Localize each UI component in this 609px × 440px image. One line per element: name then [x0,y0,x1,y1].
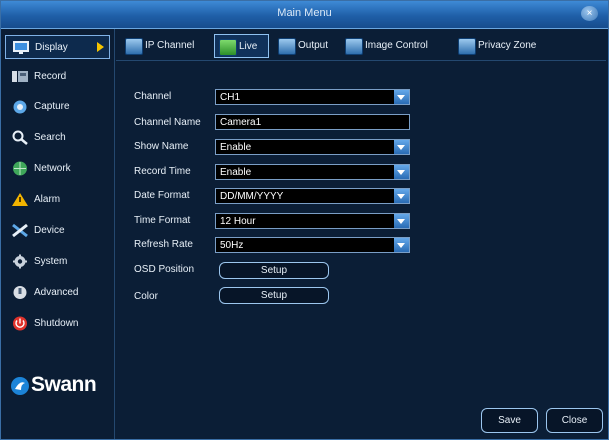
chevron-down-icon[interactable] [394,165,409,179]
sidebar-item-label: System [34,256,68,267]
output-tab-icon [278,38,296,55]
osd-position-label: OSD Position [134,264,195,275]
sidebar-item-label: Alarm [34,194,61,205]
date-format-label: Date Format [134,190,190,201]
channel-name-value: Camera1 [220,117,262,128]
advanced-icon [13,286,27,299]
sidebar-item-capture[interactable]: Capture [5,95,110,119]
date-format-select[interactable]: DD/MM/YYYY [215,188,410,204]
show-name-label: Show Name [134,141,189,152]
main-menu-window: Main Menu × Display Record Capture Searc… [0,0,609,440]
live-tab-icon [219,39,237,56]
tab-label: Privacy Zone [478,40,537,51]
record-time-select[interactable]: Enable [215,164,410,180]
osd-position-setup-button[interactable]: Setup [219,262,329,279]
tab-image-control[interactable]: Image Control [341,34,449,58]
network-icon [13,161,27,176]
system-icon [13,254,27,269]
color-label: Color [134,291,158,302]
chevron-down-icon[interactable] [394,140,409,154]
channel-select[interactable]: CH1 [215,89,410,105]
sidebar-item-record[interactable]: Record [5,65,110,89]
sidebar-item-label: Network [34,163,71,174]
sidebar-item-search[interactable]: Search [5,126,110,150]
chevron-down-icon[interactable] [394,238,409,252]
sidebar-item-display[interactable]: Display [5,35,110,59]
tab-divider [116,60,606,61]
record-time-label: Record Time [134,166,191,177]
sidebar-item-label: Device [34,225,65,236]
display-icon [13,41,29,54]
tab-ip-channel[interactable]: IP Channel [121,34,209,58]
sidebar: Display Record Capture Search Network Al… [1,29,115,439]
tab-label: IP Channel [145,40,195,51]
image-control-tab-icon [345,38,363,55]
refresh-rate-select[interactable]: 50Hz [215,237,410,253]
sidebar-item-alarm[interactable]: Alarm [5,188,110,212]
tab-live[interactable]: Live [214,34,269,58]
brand-logo: Swann [11,373,111,403]
channel-name-field[interactable]: Camera1 [215,114,410,130]
sidebar-item-advanced[interactable]: Advanced [5,281,110,305]
sidebar-item-label: Advanced [34,287,79,298]
chevron-down-icon[interactable] [394,90,409,104]
sidebar-item-device[interactable]: Device [5,219,110,243]
active-arrow-icon [97,42,104,52]
sidebar-item-label: Capture [34,101,70,112]
show-name-value: Enable [220,142,252,153]
brand-name: Swann [31,373,97,396]
sidebar-item-label: Record [34,71,67,82]
device-icon [12,223,28,238]
record-icon [12,71,28,82]
channel-label: Channel [134,91,172,102]
sidebar-item-label: Shutdown [34,318,79,329]
alarm-icon [12,193,28,206]
close-window-button[interactable]: × [581,6,598,21]
refresh-rate-value: 50Hz [220,240,244,251]
privacy-zone-tab-icon [458,38,476,55]
tab-label: Output [298,40,329,51]
time-format-label: Time Format [134,215,191,226]
ip-channel-tab-icon [125,38,143,55]
window-title: Main Menu [277,7,332,19]
sidebar-item-system[interactable]: System [5,250,110,274]
refresh-rate-label: Refresh Rate [134,239,193,250]
close-button[interactable]: Close [546,408,603,433]
tab-privacy-zone[interactable]: Privacy Zone [454,34,554,58]
time-format-select[interactable]: 12 Hour [215,213,410,229]
swann-logo-icon [11,377,29,395]
sidebar-item-network[interactable]: Network [5,157,110,181]
capture-icon [13,100,27,114]
sidebar-item-shutdown[interactable]: Shutdown [5,312,110,336]
chevron-down-icon[interactable] [394,214,409,228]
tab-output[interactable]: Output [274,34,338,58]
save-button[interactable]: Save [481,408,538,433]
sidebar-item-label: Display [35,42,68,53]
shutdown-icon [13,316,27,331]
tab-label: Live [239,41,258,52]
sidebar-item-label: Search [34,132,66,143]
tab-label: Image Control [365,40,428,51]
channel-value: CH1 [220,92,241,103]
tab-bar: IP Channel Live Output Image Control Pri… [116,34,606,60]
show-name-select[interactable]: Enable [215,139,410,155]
time-format-value: 12 Hour [220,216,256,227]
search-icon [12,130,28,145]
channel-name-label: Channel Name [134,117,201,128]
title-bar: Main Menu × [1,1,608,29]
record-time-value: Enable [220,167,252,178]
chevron-down-icon[interactable] [394,189,409,203]
date-format-value: DD/MM/YYYY [220,191,284,202]
color-setup-button[interactable]: Setup [219,287,329,304]
